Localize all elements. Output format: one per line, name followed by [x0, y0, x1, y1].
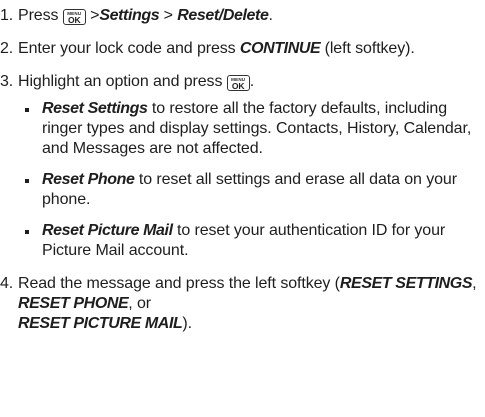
step-number: 2.: [0, 40, 14, 57]
softkey-reset-settings: RESET SETTINGS: [339, 275, 473, 292]
option-label: Reset Picture Mail: [42, 222, 173, 239]
step-text: >: [159, 7, 178, 24]
step-text: (left softkey).: [320, 40, 415, 57]
step-2: 2. Enter your lock code and press CONTIN…: [0, 39, 480, 59]
step-text: Read the message and press the left soft…: [18, 275, 340, 292]
steps-list: 1. Press MENU OK >Settings > Reset/Delete…: [0, 6, 480, 334]
step-text: , or: [128, 295, 152, 312]
step-text: ).: [182, 315, 192, 332]
step-text: Press: [18, 7, 63, 24]
option-reset-picture-mail: Reset Picture Mail to reset your authent…: [18, 221, 480, 261]
softkey-reset-phone: RESET PHONE: [18, 295, 129, 312]
softkey-reset-picture-mail: RESET PICTURE MAIL: [18, 315, 183, 332]
instruction-page: 1. Press MENU OK >Settings > Reset/Delete…: [0, 0, 485, 417]
step-number: 4.: [0, 275, 14, 292]
menu-path-settings: Settings: [99, 7, 160, 24]
step-4: 4. Read the message and press the left s…: [0, 274, 480, 334]
option-label: Reset Settings: [42, 100, 148, 117]
step-1: 1. Press MENU OK >Settings > Reset/Delete…: [0, 6, 480, 26]
step-number: 3.: [0, 73, 14, 90]
step-text: .: [268, 7, 273, 24]
bullet-square-icon: [25, 230, 29, 234]
step-3: 3. Highlight an option and press MENU OK.…: [0, 72, 480, 261]
step-text: >: [85, 7, 100, 24]
step-text: ,: [472, 275, 477, 292]
bullet-square-icon: [25, 108, 29, 112]
menu-ok-key-icon: MENU OK: [226, 75, 250, 91]
option-label: Reset Phone: [42, 171, 135, 188]
option-reset-phone: Reset Phone to reset all settings and er…: [18, 170, 480, 210]
bullet-square-icon: [25, 179, 29, 183]
step-text: .: [249, 73, 255, 90]
step-number: 1.: [0, 7, 14, 24]
option-reset-settings: Reset Settings to restore all the factor…: [18, 99, 480, 159]
softkey-continue: CONTINUE: [239, 40, 321, 57]
options-list: Reset Settings to restore all the factor…: [18, 99, 480, 261]
step-text: Enter your lock code and press: [18, 40, 240, 57]
menu-path-reset-delete: Reset/Delete: [177, 7, 269, 24]
menu-ok-key-icon: MENU OK: [62, 9, 86, 25]
step-text: Highlight an option and press: [18, 73, 227, 90]
